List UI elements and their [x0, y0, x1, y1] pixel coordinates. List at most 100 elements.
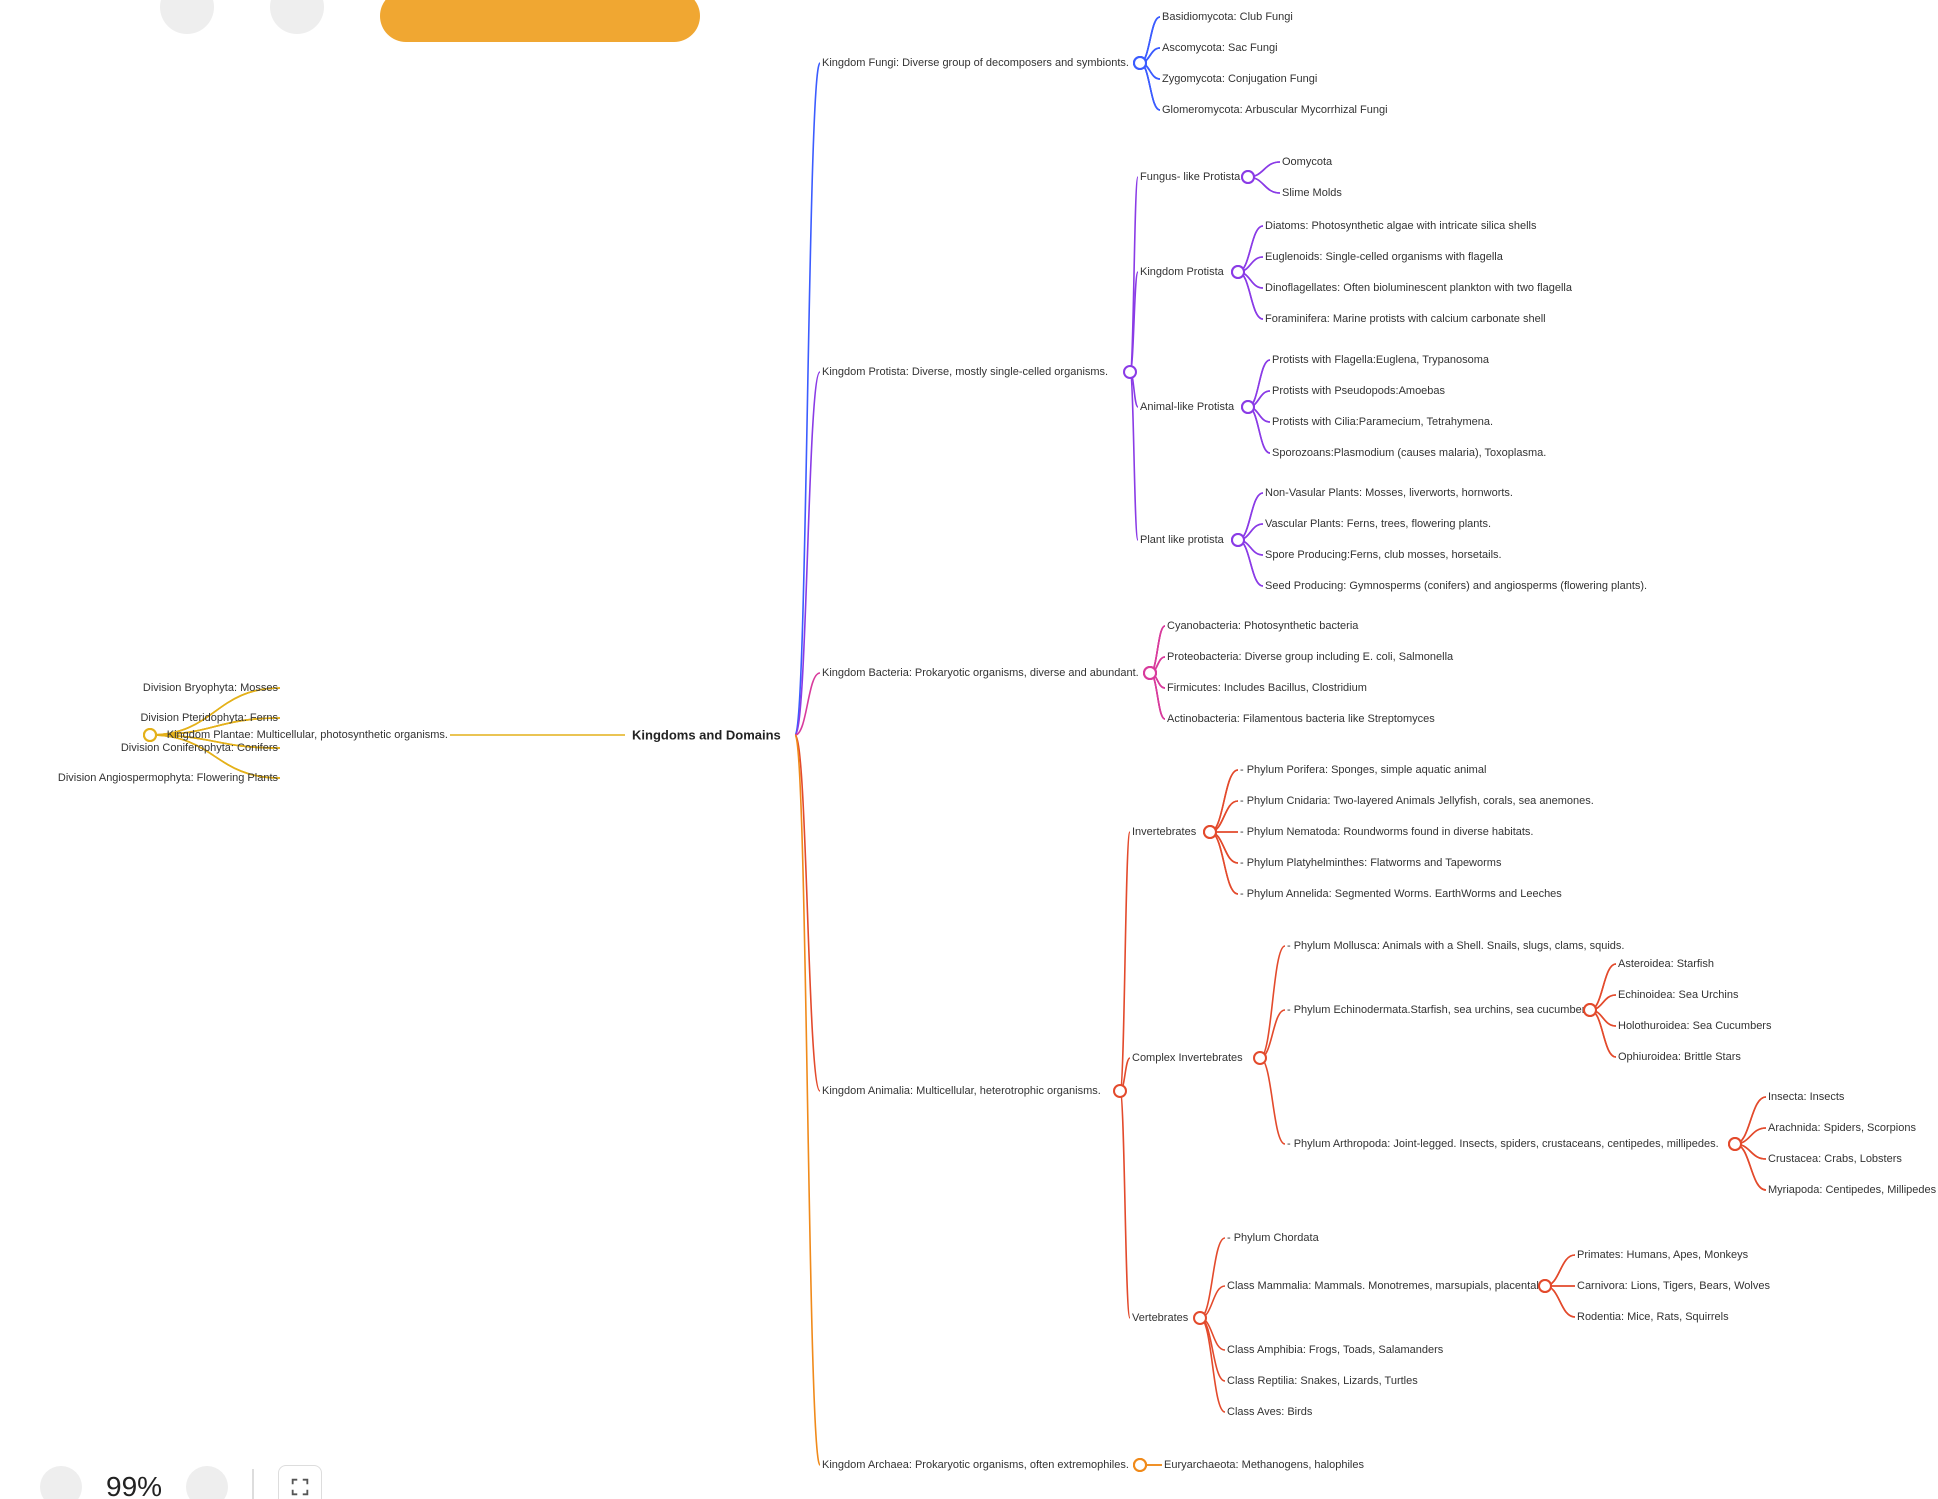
- node-ver_aves[interactable]: Class Aves: Birds: [1225, 1405, 1314, 1419]
- node-invert[interactable]: Invertebrates: [1130, 825, 1198, 839]
- branch-dot: [143, 728, 157, 742]
- node-plantae_conif[interactable]: Division Coniferophyta: Conifers: [119, 741, 280, 755]
- node-animalia[interactable]: Kingdom Animalia: Multicellular, heterot…: [820, 1084, 1103, 1098]
- node-ech_holo[interactable]: Holothuroidea: Sea Cucumbers: [1616, 1019, 1773, 1033]
- branch-dot: [143, 728, 157, 742]
- node-prot_king[interactable]: Kingdom Protista: [1138, 265, 1226, 279]
- node-prot_plant_spore[interactable]: Spore Producing:Ferns, club mosses, hors…: [1263, 548, 1504, 562]
- node-prot_anim_pseu[interactable]: Protists with Pseudopods:Amoebas: [1270, 384, 1447, 398]
- branch-dot: [1231, 265, 1245, 279]
- node-ech_echin[interactable]: Echinoidea: Sea Urchins: [1616, 988, 1740, 1002]
- branch-dot: [1133, 56, 1147, 70]
- node-prot_animal[interactable]: Animal-like Protista: [1138, 400, 1236, 414]
- branch-dot: [1113, 1084, 1127, 1098]
- node-ver_chord[interactable]: - Phylum Chordata: [1225, 1231, 1321, 1245]
- branch-dot: [1203, 825, 1217, 839]
- header-pill-button[interactable]: [380, 0, 700, 42]
- node-protista[interactable]: Kingdom Protista: Diverse, mostly single…: [820, 365, 1110, 379]
- node-fungi_glome[interactable]: Glomeromycota: Arbuscular Mycorrhizal Fu…: [1160, 103, 1390, 117]
- node-arth_myria[interactable]: Myriapoda: Centipedes, Millipedes: [1766, 1183, 1938, 1197]
- node-mamm_rode[interactable]: Rodentia: Mice, Rats, Squirrels: [1575, 1310, 1731, 1324]
- branch-dot: [1133, 56, 1147, 70]
- node-plantae_bryo[interactable]: Division Bryophyta: Mosses: [141, 681, 280, 695]
- node-arth_arach[interactable]: Arachnida: Spiders, Scorpions: [1766, 1121, 1918, 1135]
- branch-dot: [1203, 825, 1217, 839]
- node-mamm_prim[interactable]: Primates: Humans, Apes, Monkeys: [1575, 1248, 1750, 1262]
- node-prot_plant_seed[interactable]: Seed Producing: Gymnosperms (conifers) a…: [1263, 579, 1649, 593]
- node-inv_porif[interactable]: - Phylum Porifera: Sponges, simple aquat…: [1238, 763, 1488, 777]
- branch-dot: [1231, 533, 1245, 547]
- zoom-controls: 99%: [40, 1465, 322, 1499]
- node-plantae_angio[interactable]: Division Angiospermophyta: Flowering Pla…: [56, 771, 280, 785]
- node-inv_platy[interactable]: - Phylum Platyhelminthes: Flatworms and …: [1238, 856, 1503, 870]
- branch-dot: [1241, 170, 1255, 184]
- branch-dot: [1193, 1311, 1207, 1325]
- branch-dot: [1133, 1458, 1147, 1472]
- node-inv_annel[interactable]: - Phylum Annelida: Segmented Worms. Eart…: [1238, 887, 1564, 901]
- node-prot_anim_spor[interactable]: Sporozoans:Plasmodium (causes malaria), …: [1270, 446, 1548, 460]
- node-archaea[interactable]: Kingdom Archaea: Prokaryotic organisms, …: [820, 1458, 1131, 1472]
- header-icon-1[interactable]: [160, 0, 214, 34]
- node-ver_amph[interactable]: Class Amphibia: Frogs, Toads, Salamander…: [1225, 1343, 1445, 1357]
- node-prot_plant[interactable]: Plant like protista: [1138, 533, 1226, 547]
- branch-dot: [1231, 533, 1245, 547]
- branch-dot: [1143, 666, 1157, 680]
- branch-dot: [1133, 1458, 1147, 1472]
- branch-dot: [143, 728, 157, 742]
- branch-dot: [1728, 1137, 1742, 1151]
- branch-dot: [1241, 400, 1255, 414]
- node-arch_eury[interactable]: Euryarchaeota: Methanogens, halophiles: [1162, 1458, 1366, 1472]
- branch-dot: [1123, 365, 1137, 379]
- fullscreen-button[interactable]: [278, 1465, 322, 1499]
- node-ech_aster[interactable]: Asteroidea: Starfish: [1616, 957, 1716, 971]
- zoom-in-button[interactable]: [186, 1466, 228, 1499]
- node-bact_actino[interactable]: Actinobacteria: Filamentous bacteria lik…: [1165, 712, 1437, 726]
- node-arth_insec[interactable]: Insecta: Insects: [1766, 1090, 1846, 1104]
- node-plantae_pteri[interactable]: Division Pteridophyta: Ferns: [138, 711, 280, 725]
- branch-dot: [1728, 1137, 1742, 1151]
- node-mamm_carn[interactable]: Carnivora: Lions, Tigers, Bears, Wolves: [1575, 1279, 1772, 1293]
- node-bacteria[interactable]: Kingdom Bacteria: Prokaryotic organisms,…: [820, 666, 1141, 680]
- node-ver_mamm[interactable]: Class Mammalia: Mammals. Monotremes, mar…: [1225, 1279, 1549, 1293]
- node-arth_crust[interactable]: Crustacea: Crabs, Lobsters: [1766, 1152, 1904, 1166]
- node-prot_fungus_slime[interactable]: Slime Molds: [1280, 186, 1344, 200]
- node-cin_echin[interactable]: - Phylum Echinodermata.Starfish, sea urc…: [1285, 1003, 1596, 1017]
- node-inv_cnid[interactable]: - Phylum Cnidaria: Two-layered Animals J…: [1238, 794, 1596, 808]
- node-fungi[interactable]: Kingdom Fungi: Diverse group of decompos…: [820, 56, 1131, 70]
- node-root[interactable]: Kingdoms and Domains: [630, 727, 783, 744]
- node-prot_fungus_oo[interactable]: Oomycota: [1280, 155, 1334, 169]
- node-inv_nemat[interactable]: - Phylum Nematoda: Roundworms found in d…: [1238, 825, 1535, 839]
- branch-dot: [1133, 56, 1147, 70]
- node-prot_king_dino[interactable]: Dinoflagellates: Often bioluminescent pl…: [1263, 281, 1574, 295]
- node-ech_ophi[interactable]: Ophiuroidea: Brittle Stars: [1616, 1050, 1743, 1064]
- zoom-out-button[interactable]: [40, 1466, 82, 1499]
- node-vert[interactable]: Vertebrates: [1130, 1311, 1190, 1325]
- node-fungi_basi[interactable]: Basidiomycota: Club Fungi: [1160, 10, 1295, 24]
- node-bact_cyano[interactable]: Cyanobacteria: Photosynthetic bacteria: [1165, 619, 1360, 633]
- node-bact_firmic[interactable]: Firmicutes: Includes Bacillus, Clostridi…: [1165, 681, 1369, 695]
- node-cin_arth[interactable]: - Phylum Arthropoda: Joint-legged. Insec…: [1285, 1137, 1721, 1151]
- node-prot_king_fora[interactable]: Foraminifera: Marine protists with calci…: [1263, 312, 1548, 326]
- node-cinvert[interactable]: Complex Invertebrates: [1130, 1051, 1245, 1065]
- node-prot_plant_nonvasc[interactable]: Non-Vasular Plants: Mosses, liverworts, …: [1263, 486, 1515, 500]
- branch-dot: [1253, 1051, 1267, 1065]
- mindmap-canvas[interactable]: 99% Kingdoms and Domains Kingdom Plantae:…: [0, 0, 1938, 1499]
- node-prot_king_diat[interactable]: Diatoms: Photosynthetic algae with intri…: [1263, 219, 1538, 233]
- branch-dot: [1231, 265, 1245, 279]
- edge-layer: [0, 0, 1938, 1499]
- node-ver_rept[interactable]: Class Reptilia: Snakes, Lizards, Turtles: [1225, 1374, 1420, 1388]
- node-plantae[interactable]: Kingdom Plantae: Multicellular, photosyn…: [165, 728, 450, 742]
- fullscreen-icon: [289, 1476, 311, 1498]
- node-prot_anim_cili[interactable]: Protists with Cilia:Paramecium, Tetrahym…: [1270, 415, 1495, 429]
- node-cin_moll[interactable]: - Phylum Mollusca: Animals with a Shell.…: [1285, 939, 1626, 953]
- node-bact_proteo[interactable]: Proteobacteria: Diverse group including …: [1165, 650, 1455, 664]
- node-prot_king_eugl[interactable]: Euglenoids: Single-celled organisms with…: [1263, 250, 1505, 264]
- node-prot_plant_vasc[interactable]: Vascular Plants: Ferns, trees, flowering…: [1263, 517, 1493, 531]
- divider: [252, 1469, 254, 1499]
- node-prot_anim_flag[interactable]: Protists with Flagella:Euglena, Trypanos…: [1270, 353, 1491, 367]
- branch-dot: [1143, 666, 1157, 680]
- node-fungi_zygo[interactable]: Zygomycota: Conjugation Fungi: [1160, 72, 1319, 86]
- node-fungi_asco[interactable]: Ascomycota: Sac Fungi: [1160, 41, 1280, 55]
- header-icon-2[interactable]: [270, 0, 324, 34]
- node-prot_fungus[interactable]: Fungus- like Protista: [1138, 170, 1242, 184]
